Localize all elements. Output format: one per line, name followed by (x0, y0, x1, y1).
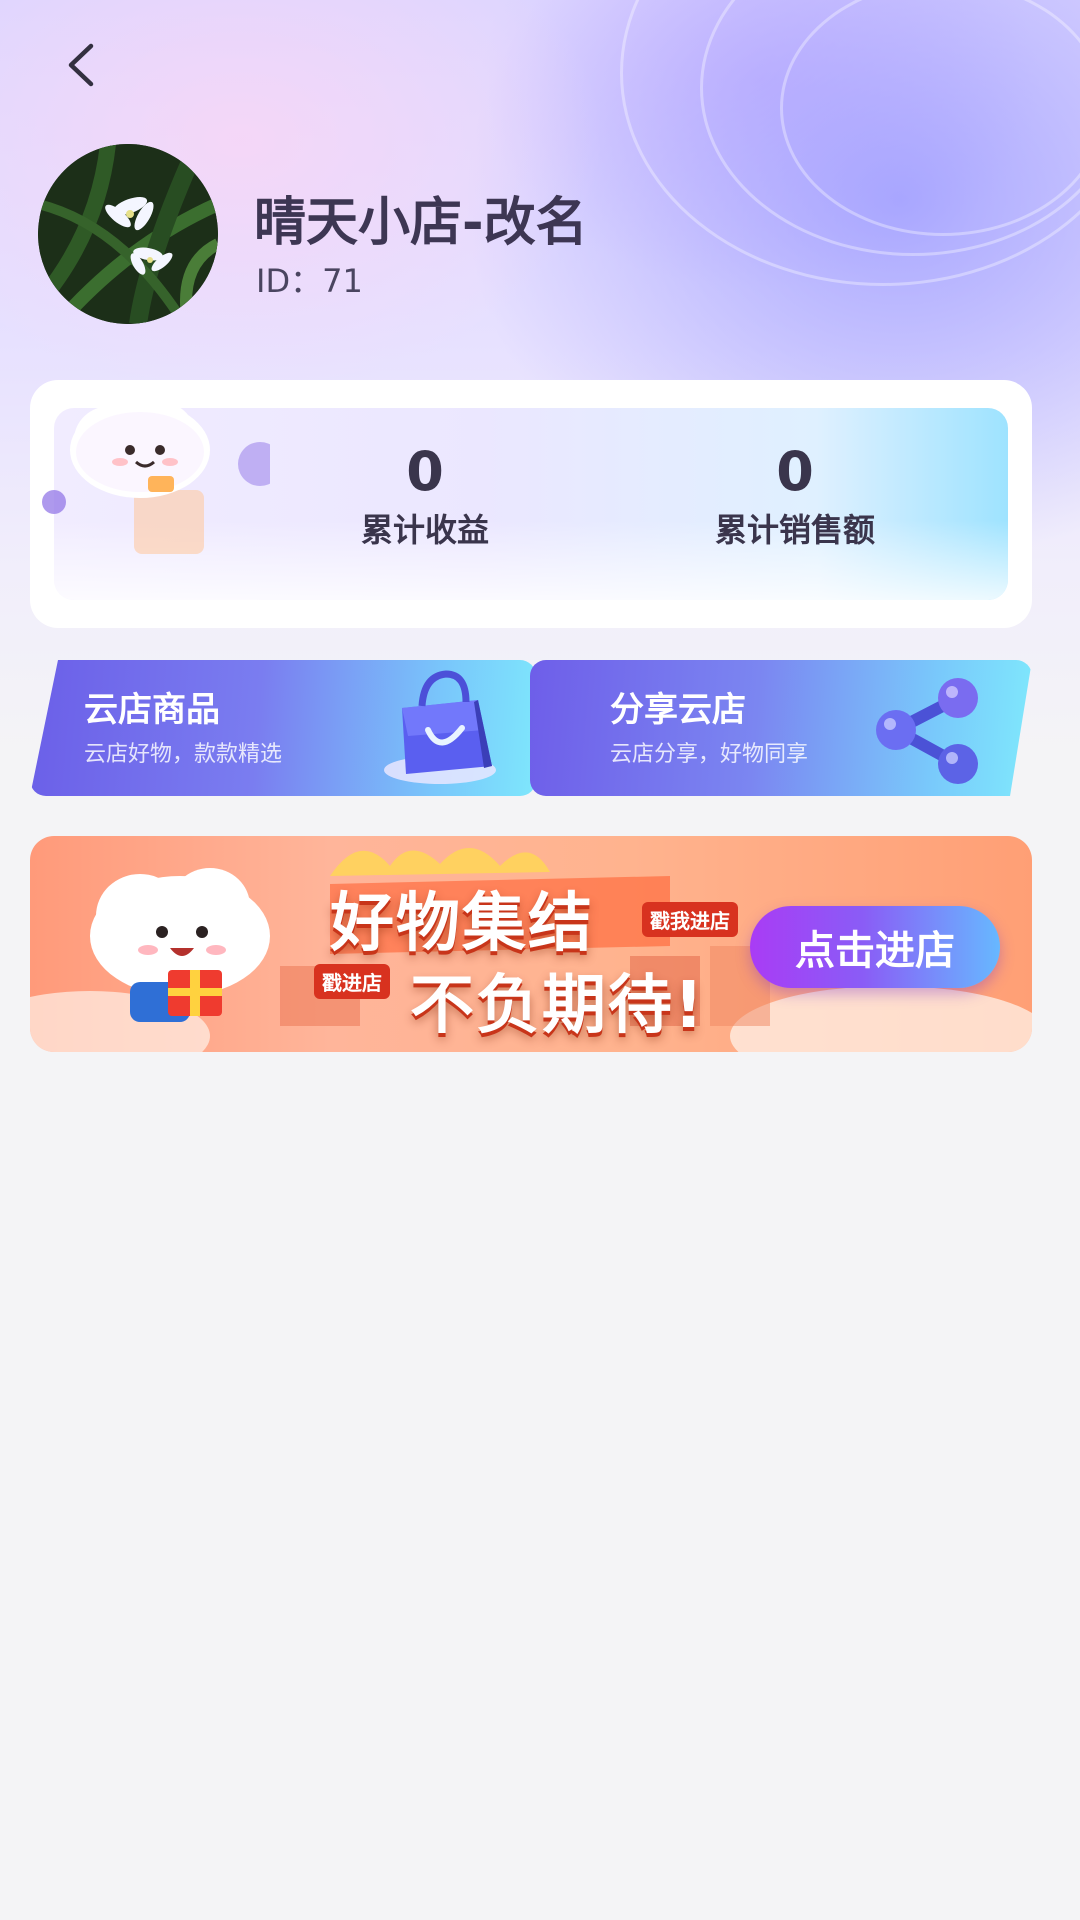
chevron-left-icon (68, 43, 94, 87)
enter-store-button[interactable]: 点击进店 (750, 906, 1000, 988)
share-store-title: 分享云店 (610, 690, 746, 730)
banner-headline: 好物集结 (330, 887, 594, 961)
shopping-bag-icon (384, 670, 496, 784)
banner-tag: 戳我进店 (642, 902, 738, 937)
avatar-image (38, 144, 218, 324)
cloud-mascot-icon (42, 402, 270, 554)
shop-id: ID：71 (256, 262, 363, 300)
shop-page: 晴天小店-改名 ID：71 0 累计收益 0 累计销售额 云店商品 云店好物，款… (0, 0, 1080, 1920)
share-store-subtitle: 云店分享，好物同享 (610, 742, 809, 767)
banner-subheadline: 不负期待! (410, 969, 706, 1043)
income-label: 累计收益 (360, 511, 489, 549)
shop-avatar[interactable] (38, 144, 218, 324)
share-icon (866, 668, 996, 788)
sales-stat: 0 累计销售额 (665, 440, 925, 552)
promo-banner[interactable]: 好物集结 戳我进店 戳进店 不负期待! 点击进店 (30, 836, 1032, 1052)
income-stat: 0 累计收益 (295, 440, 555, 552)
shop-name: 晴天小店-改名 (254, 193, 588, 253)
sales-label: 累计销售额 (714, 511, 875, 549)
sales-value: 0 (776, 440, 814, 503)
cloud-products-title: 云店商品 (84, 690, 220, 730)
income-value: 0 (406, 440, 444, 503)
share-store-button[interactable]: 分享云店 云店分享，好物同享 (530, 660, 1032, 796)
banner-tag: 戳进店 (314, 964, 390, 999)
cloud-products-subtitle: 云店好物，款款精选 (84, 742, 283, 767)
back-button[interactable] (50, 35, 110, 95)
cloud-products-button[interactable]: 云店商品 云店好物，款款精选 (30, 660, 536, 796)
cloud-mascot-icon (90, 868, 270, 1022)
